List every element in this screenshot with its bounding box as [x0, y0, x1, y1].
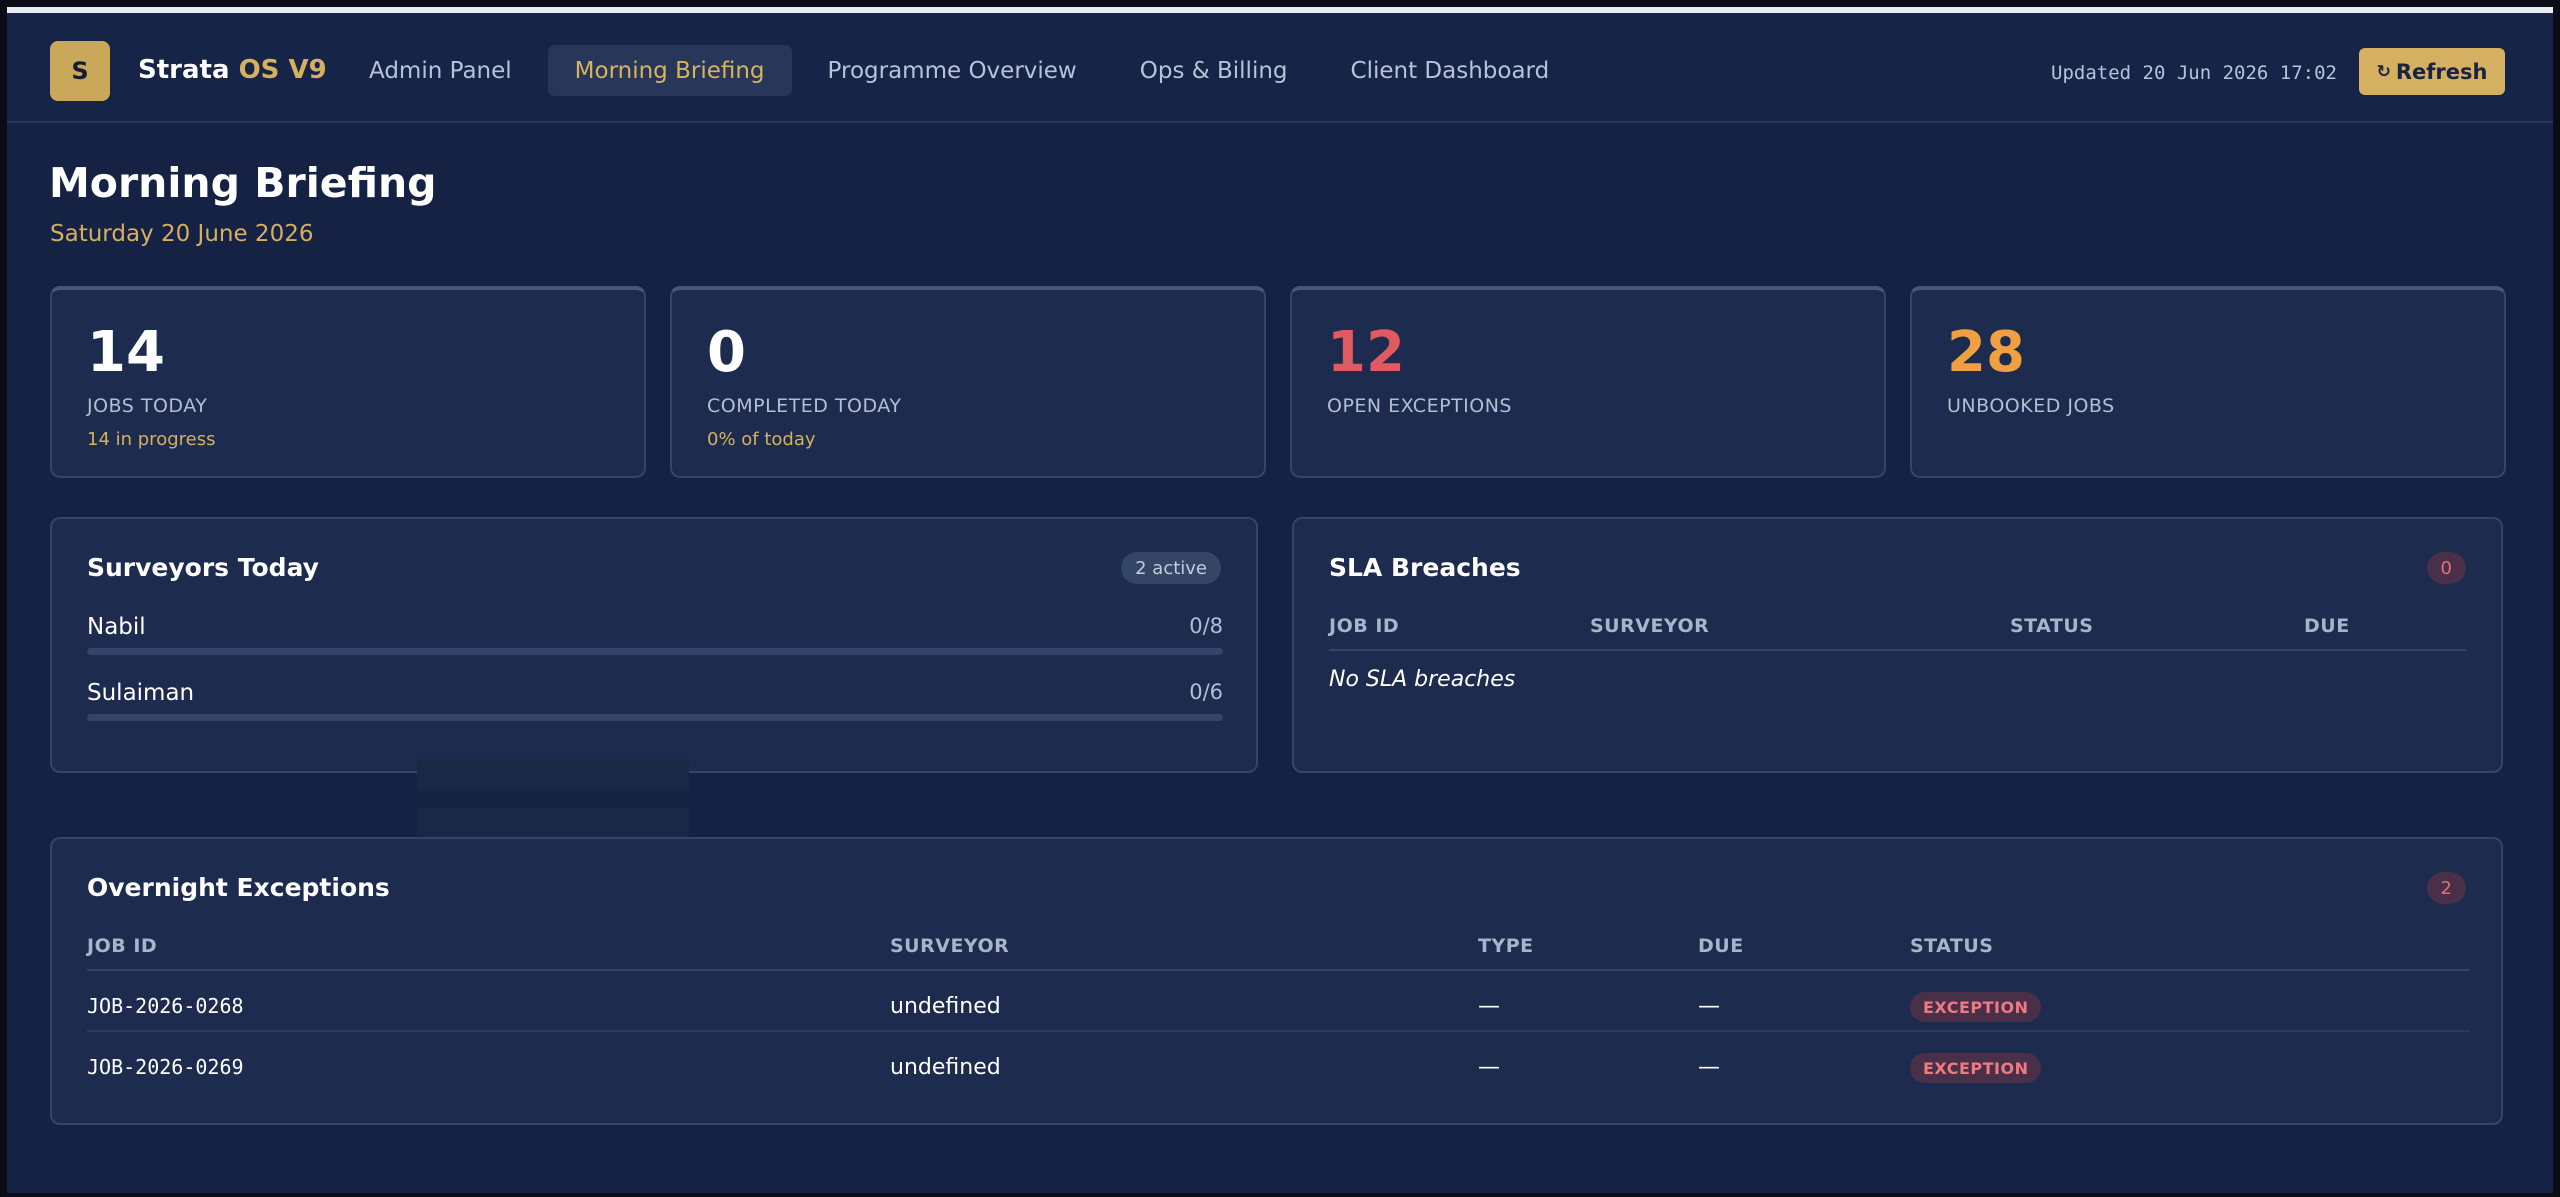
- cell-surveyor: undefined: [890, 1055, 1001, 1080]
- brand-title: Strata OS V9: [138, 55, 327, 85]
- kpi-subtext: 0% of today: [707, 429, 816, 450]
- cell-job-id[interactable]: JOB-2026-0268: [87, 994, 244, 1018]
- logo[interactable]: S: [50, 41, 110, 101]
- surveyor-job-count: 0/8: [1189, 614, 1223, 638]
- kpi-value: 28: [1947, 320, 2025, 385]
- table-header-divider: [1329, 649, 2466, 651]
- column-header-surveyor[interactable]: SURVEYOR: [1590, 615, 1709, 637]
- placeholder-block: [417, 808, 689, 840]
- status-badge: EXCEPTION: [1910, 992, 2042, 1022]
- kpi-label: OPEN EXCEPTIONS: [1327, 395, 1512, 417]
- kpi-label: JOBS TODAY: [87, 395, 208, 417]
- surveyor-progress-bar: [87, 648, 1223, 655]
- panel-title: Surveyors Today: [87, 553, 319, 582]
- column-header-due[interactable]: DUE: [2304, 615, 2350, 637]
- surveyor-name: Sulaiman: [87, 680, 195, 706]
- refresh-icon: ↻: [2376, 61, 2391, 82]
- panel-title: SLA Breaches: [1329, 553, 1521, 582]
- cell-job-id[interactable]: JOB-2026-0269: [87, 1055, 244, 1079]
- brand-version: OS V9: [238, 55, 327, 85]
- nav-ops-billing[interactable]: Ops & Billing: [1113, 45, 1315, 96]
- kpi-value: 12: [1327, 320, 1405, 385]
- surveyor-name: Nabil: [87, 614, 146, 640]
- cell-type: —: [1478, 1055, 1500, 1080]
- surveyor-job-count: 0/6: [1189, 680, 1223, 704]
- kpi-card-unbooked-jobs: 28 UNBOOKED JOBS: [1910, 286, 2506, 478]
- refresh-label: Refresh: [2395, 59, 2488, 84]
- row-divider: [87, 1030, 2469, 1032]
- cell-surveyor: undefined: [890, 994, 1001, 1019]
- column-header-surveyor[interactable]: SURVEYOR: [890, 935, 1009, 957]
- kpi-subtext: 14 in progress: [87, 429, 216, 450]
- nav-morning-briefing[interactable]: Morning Briefing: [547, 45, 792, 96]
- column-header-status[interactable]: STATUS: [2010, 615, 2093, 637]
- exception-count-badge: 2: [2426, 872, 2466, 904]
- column-header-job-id[interactable]: JOB ID: [87, 935, 157, 957]
- table-header-divider: [87, 969, 2469, 971]
- brand-name: Strata: [138, 55, 230, 85]
- kpi-label: UNBOOKED JOBS: [1947, 395, 2115, 417]
- surveyor-progress-bar: [87, 714, 1223, 721]
- column-header-job-id[interactable]: JOB ID: [1329, 615, 1399, 637]
- last-updated-timestamp: Updated 20 Jun 2026 17:02: [2051, 62, 2337, 84]
- kpi-value: 0: [707, 320, 746, 385]
- top-navigation-bar: S Strata OS V9 Admin Panel Morning Brief…: [7, 13, 2553, 123]
- breach-count-badge: 0: [2426, 552, 2466, 584]
- nav-admin-panel[interactable]: Admin Panel: [342, 45, 539, 96]
- app-window: S Strata OS V9 Admin Panel Morning Brief…: [7, 7, 2553, 1193]
- placeholder-block: [417, 759, 689, 791]
- column-header-due[interactable]: DUE: [1698, 935, 1744, 957]
- refresh-button[interactable]: ↻ Refresh: [2359, 48, 2505, 95]
- cell-due: —: [1698, 1055, 1720, 1080]
- nav-client-dashboard[interactable]: Client Dashboard: [1324, 45, 1577, 96]
- cell-type: —: [1478, 994, 1500, 1019]
- kpi-value: 14: [87, 320, 165, 385]
- status-badge: EXCEPTION: [1910, 1053, 2042, 1083]
- cell-due: —: [1698, 994, 1720, 1019]
- nav-programme-overview[interactable]: Programme Overview: [801, 45, 1104, 96]
- column-header-status[interactable]: STATUS: [1910, 935, 1993, 957]
- kpi-label: COMPLETED TODAY: [707, 395, 902, 417]
- empty-state-message: No SLA breaches: [1329, 667, 1516, 692]
- page-title: Morning Briefing: [49, 159, 437, 207]
- column-header-type[interactable]: TYPE: [1478, 935, 1534, 957]
- kpi-card-completed-today: 0 COMPLETED TODAY 0% of today: [670, 286, 1266, 478]
- sla-breaches-panel: SLA Breaches 0 JOB ID SURVEYOR STATUS DU…: [1292, 517, 2503, 773]
- kpi-card-open-exceptions: 12 OPEN EXCEPTIONS: [1290, 286, 1886, 478]
- main-nav: Admin Panel Morning Briefing Programme O…: [342, 45, 1585, 96]
- panel-title: Overnight Exceptions: [87, 873, 390, 902]
- overnight-exceptions-panel: Overnight Exceptions 2 JOB ID SURVEYOR T…: [50, 837, 2503, 1125]
- surveyors-today-panel: Surveyors Today 2 active Nabil 0/8 Sulai…: [50, 517, 1258, 773]
- active-count-badge: 2 active: [1121, 552, 1221, 584]
- page-date: Saturday 20 June 2026: [50, 221, 314, 247]
- kpi-card-jobs-today: 14 JOBS TODAY 14 in progress: [50, 286, 646, 478]
